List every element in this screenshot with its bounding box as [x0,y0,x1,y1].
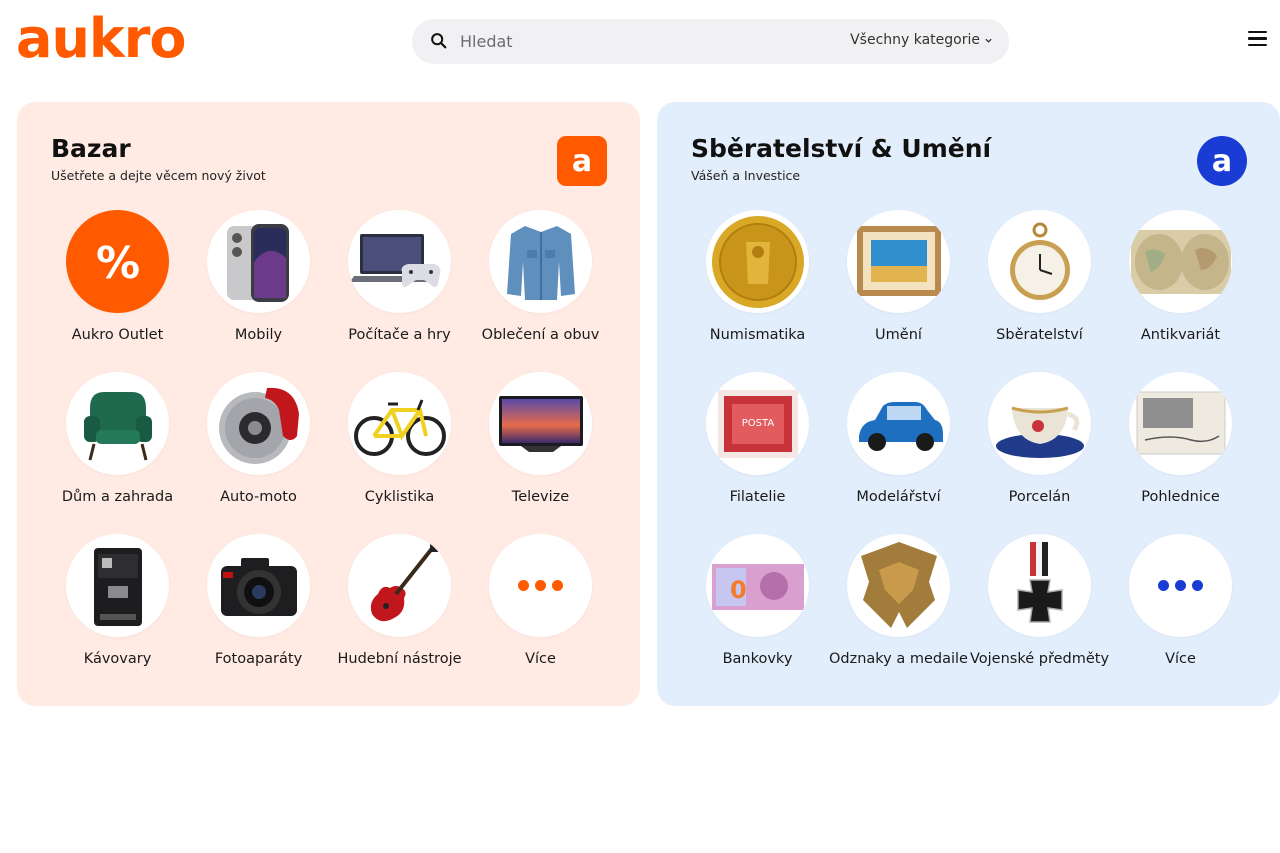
camera-icon [207,534,310,637]
category-label: Cyklistika [364,489,435,505]
panel-title[interactable]: Sběratelství & Umění [691,134,991,164]
category-item[interactable]: Hudební nástroje [329,534,470,667]
model-car-icon [847,372,950,475]
search-bar[interactable]: Všechny kategorie [412,19,1009,64]
category-label: Umění [875,327,922,343]
category-item[interactable]: Umění [828,210,969,343]
category-label: Odznaky a medaile [829,651,968,667]
category-label: Vojenské předměty [969,651,1110,667]
postage-stamp-icon: POSTA [706,372,809,475]
category-label: Modelářství [856,489,941,505]
category-item[interactable]: Dům a zahrada [47,372,188,505]
category-item[interactable]: Kávovary [47,534,188,667]
category-label: Více [1165,651,1196,667]
pocket-watch-icon [988,210,1091,313]
smartphone-icon [207,210,310,313]
category-label: Antikvariát [1140,327,1221,343]
category-label: Kávovary [83,651,152,667]
category-label: Sběratelství [996,327,1083,343]
panel-title[interactable]: Bazar [51,134,131,164]
header: aukro Všechny kategorie [0,0,1280,84]
category-label: Pohlednice [1141,489,1220,505]
category-item[interactable]: Porcelán [969,372,1110,505]
svg-text:POSTA: POSTA [741,418,774,429]
bicycle-icon [348,372,451,475]
category-item[interactable]: Antikvariát [1110,210,1251,343]
category-label: Televize [511,489,570,505]
more-dots-icon [489,534,592,637]
category-item[interactable]: Mobily [188,210,329,343]
gold-coin-icon [706,210,809,313]
category-item[interactable]: Sběratelství [969,210,1110,343]
brake-disc-icon [207,372,310,475]
search-icon[interactable] [430,32,448,50]
panel-subtitle: Ušetřete a dejte věcem nový život [51,168,266,183]
category-item[interactable]: Fotoaparáty [188,534,329,667]
denim-jacket-icon [489,210,592,313]
category-item[interactable]: % Aukro Outlet [47,210,188,343]
category-item[interactable]: Oblečení a obuv [470,210,611,343]
category-label: Filatelie [729,489,786,505]
category-label: Dům a zahrada [61,489,174,505]
category-label: Numismatika [709,327,806,343]
category-item[interactable]: Vojenské předměty [969,534,1110,667]
category-label: Auto-moto [220,489,297,505]
category-label: Oblečení a obuv [481,327,600,343]
hamburger-menu-icon[interactable] [1248,31,1268,51]
category-item[interactable]: Odznaky a medaile [828,534,969,667]
category-item[interactable]: Více [470,534,611,667]
category-label: Fotoaparáty [214,651,303,667]
category-label: Více [525,651,556,667]
search-input[interactable] [460,27,820,56]
armchair-icon [66,372,169,475]
bazar-logo-icon[interactable]: a [557,136,607,186]
category-item[interactable]: Více [1110,534,1251,667]
category-item[interactable]: Modelářství [828,372,969,505]
category-select-label: Všechny kategorie [850,32,980,48]
category-label: Aukro Outlet [71,327,164,343]
aukro-logo[interactable]: aukro [16,6,187,72]
category-select[interactable]: Všechny kategorie [850,32,993,48]
category-label: Mobily [234,327,283,343]
collectibles-logo-icon[interactable]: a [1197,136,1247,186]
category-item[interactable]: Cyklistika [329,372,470,505]
category-item[interactable]: Numismatika [687,210,828,343]
badge-icon [847,534,950,637]
category-label: Porcelán [1008,489,1071,505]
more-dots-icon [1129,534,1232,637]
bazar-panel: Bazar Ušetřete a dejte věcem nový život … [17,102,640,706]
framed-painting-icon [847,210,950,313]
laptop-gamepad-icon [348,210,451,313]
panel-subtitle: Vášeň a Investice [691,168,801,183]
coffee-machine-icon [66,534,169,637]
category-item[interactable]: Počítače a hry [329,210,470,343]
iron-cross-medal-icon [988,534,1091,637]
banknote-icon: 0 [706,534,809,637]
svg-text:%: % [95,238,139,289]
category-label: Bankovky [722,651,793,667]
chevron-down-icon [985,38,992,43]
category-item[interactable]: 0 Bankovky [687,534,828,667]
category-item[interactable]: Televize [470,372,611,505]
category-label: Hudební nástroje [337,651,462,667]
category-label: Počítače a hry [348,327,451,343]
category-item[interactable]: Pohlednice [1110,372,1251,505]
category-item[interactable]: Auto-moto [188,372,329,505]
old-map-icon [1129,210,1232,313]
electric-guitar-icon [348,534,451,637]
collectibles-panel: Sběratelství & Umění Vášeň a Investice a… [657,102,1280,706]
category-item[interactable]: POSTA Filatelie [687,372,828,505]
porcelain-cup-icon [988,372,1091,475]
percent-icon: % [66,210,169,313]
svg-text:0: 0 [730,576,747,604]
postcard-icon [1129,372,1232,475]
television-icon [489,372,592,475]
